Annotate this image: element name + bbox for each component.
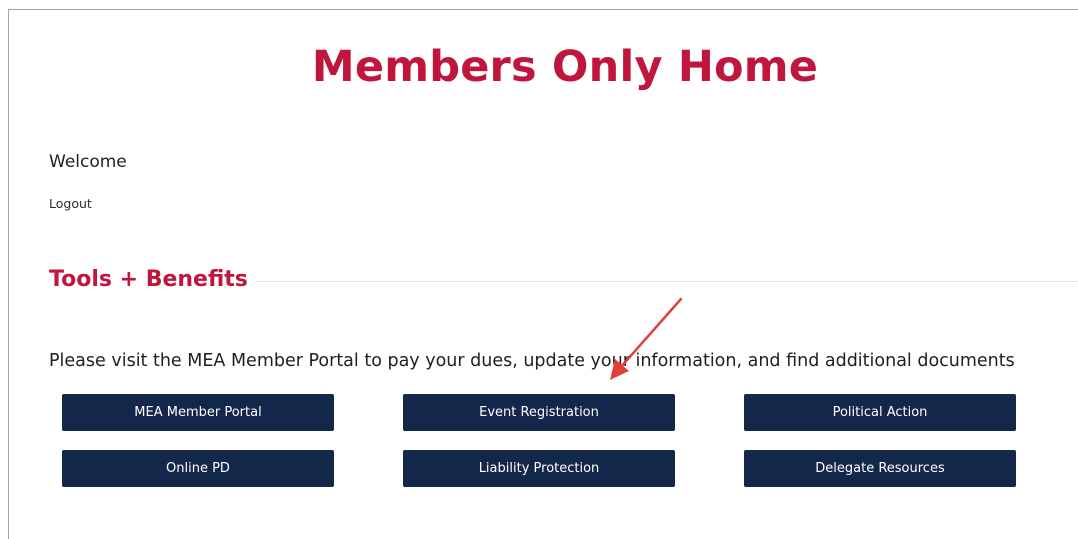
intro-text: Please visit the MEA Member Portal to pa… xyxy=(49,351,1015,371)
online-pd-button[interactable]: Online PD xyxy=(62,450,334,487)
event-registration-button[interactable]: Event Registration xyxy=(403,394,675,431)
delegate-resources-button[interactable]: Delegate Resources xyxy=(744,450,1016,487)
section-divider xyxy=(257,281,1078,282)
page-title: Members Only Home xyxy=(311,42,819,92)
liability-protection-button[interactable]: Liability Protection xyxy=(403,450,675,487)
logout-link[interactable]: Logout xyxy=(49,196,92,211)
mea-member-portal-button[interactable]: MEA Member Portal xyxy=(62,394,334,431)
political-action-button[interactable]: Political Action xyxy=(744,394,1016,431)
section-heading: Tools + Benefits xyxy=(49,267,248,292)
welcome-text: Welcome xyxy=(49,152,127,172)
